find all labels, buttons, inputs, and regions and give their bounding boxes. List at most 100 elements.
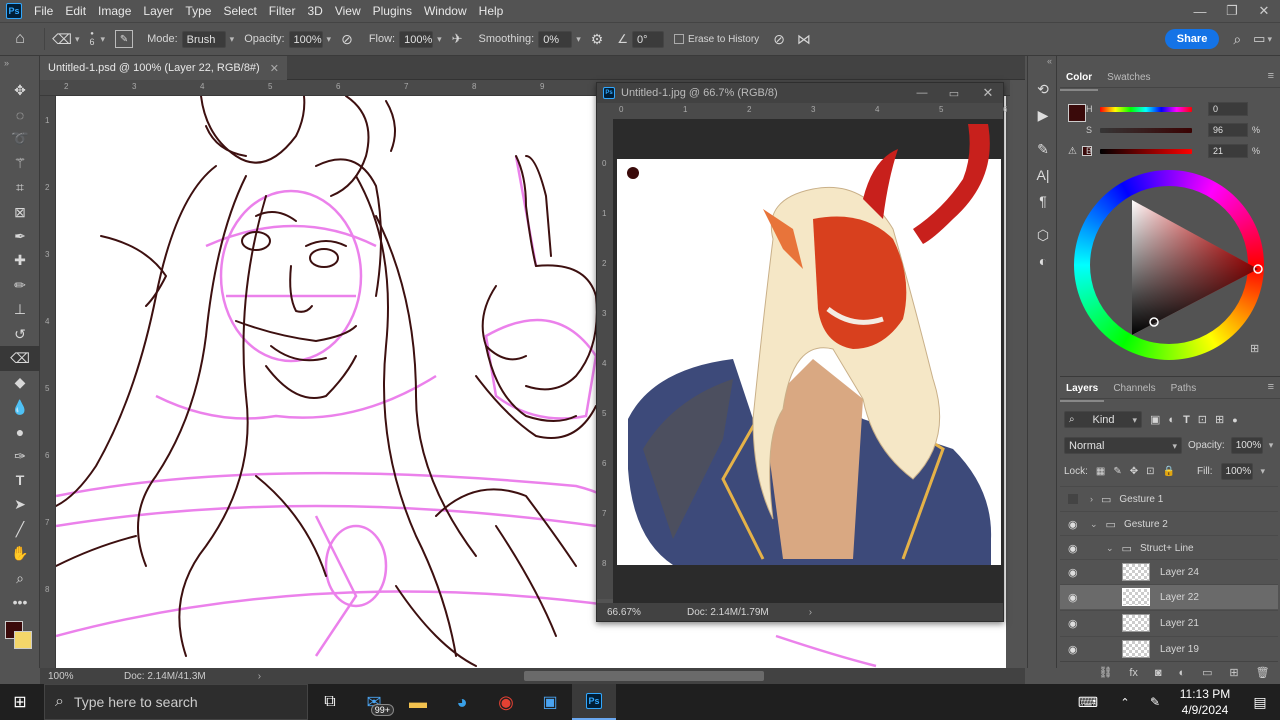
- layer-row[interactable]: ◉ Layer 21: [1060, 610, 1278, 635]
- link-icon[interactable]: ⛓: [1098, 666, 1112, 679]
- history-brush-tool-icon[interactable]: ↺: [0, 322, 40, 346]
- saturation-input[interactable]: 96: [1208, 123, 1248, 137]
- status-arrow-icon[interactable]: ›: [809, 607, 812, 618]
- saturation-slider[interactable]: [1100, 127, 1192, 133]
- blend-mode-select[interactable]: Normal ▾: [1064, 437, 1182, 454]
- history-panel-icon[interactable]: ⟲: [1028, 76, 1058, 102]
- lock-position-icon[interactable]: ✥: [1130, 466, 1138, 477]
- marquee-tool-icon[interactable]: ◌: [0, 102, 40, 126]
- dodge-tool-icon[interactable]: ●: [0, 419, 40, 443]
- tab-swatches[interactable]: Swatches: [1101, 66, 1156, 89]
- layer-row[interactable]: › ▭ Gesture 1: [1060, 486, 1278, 511]
- filter-toggle-icon[interactable]: ●: [1232, 415, 1237, 425]
- eraser-tool-icon[interactable]: ⌫: [49, 31, 75, 48]
- new-layer-icon[interactable]: ⊞: [1229, 666, 1238, 679]
- taskbar-search[interactable]: ⌕ Type here to search: [44, 684, 308, 720]
- brush-settings-panel-icon[interactable]: ✎: [1028, 136, 1058, 162]
- chevron-down-icon[interactable]: ▾: [1261, 466, 1266, 477]
- layer-row[interactable]: ◉ ⌄ ▭ Gesture 2: [1060, 511, 1278, 536]
- brush-chevron-icon[interactable]: ▾: [101, 34, 106, 45]
- symmetry-icon[interactable]: ⋈: [797, 31, 811, 48]
- mode-select[interactable]: Brush: [181, 30, 226, 48]
- opacity-chevron-icon[interactable]: ▾: [327, 34, 332, 45]
- eyedropper-tool-icon[interactable]: ✒: [0, 224, 40, 248]
- magic-wand-tool-icon[interactable]: ⚚: [0, 151, 40, 175]
- chevron-right-icon[interactable]: ›: [1090, 494, 1093, 504]
- edge-browser-icon[interactable]: ◕: [440, 684, 484, 720]
- keyboard-icon[interactable]: ⌨: [1066, 684, 1110, 720]
- filter-smart-object-icon[interactable]: ⊞: [1215, 413, 1224, 426]
- brush-tool-icon[interactable]: ✏: [0, 273, 40, 297]
- trash-icon[interactable]: 🗑: [1256, 666, 1270, 679]
- mode-chevron-icon[interactable]: ▾: [230, 34, 235, 45]
- lock-transparent-icon[interactable]: ▦: [1096, 466, 1105, 477]
- eye-icon[interactable]: ◉: [1068, 518, 1078, 531]
- filter-pixel-icon[interactable]: ▣: [1150, 413, 1160, 426]
- menu-3d[interactable]: 3D: [301, 4, 328, 18]
- layer-row[interactable]: ◉ Layer 24: [1060, 559, 1278, 584]
- hue-input[interactable]: 0: [1208, 102, 1248, 116]
- eye-icon[interactable]: ◉: [1068, 542, 1078, 555]
- adjustment-layer-icon[interactable]: ◐: [1178, 667, 1185, 679]
- airbrush-icon[interactable]: ✈: [452, 31, 463, 47]
- line-tool-icon[interactable]: ╱: [0, 517, 40, 541]
- reference-zoom-level[interactable]: 66.67%: [607, 607, 657, 618]
- pen-tool-icon[interactable]: ✑: [0, 444, 40, 468]
- chevron-down-icon[interactable]: ⌄: [1090, 519, 1098, 530]
- menu-plugins[interactable]: Plugins: [367, 4, 418, 18]
- brightness-input[interactable]: 21: [1208, 144, 1248, 158]
- reference-document-size[interactable]: Doc: 2.14M/1.79M: [687, 607, 769, 618]
- document-tab[interactable]: Untitled-1.psd @ 100% (Layer 22, RGB/8#)…: [40, 56, 287, 80]
- lock-artboard-icon[interactable]: ⊡: [1146, 466, 1154, 477]
- flow-chevron-icon[interactable]: ▾: [437, 34, 442, 45]
- chevron-down-icon[interactable]: ⌄: [1106, 543, 1114, 554]
- menu-filter[interactable]: Filter: [263, 4, 302, 18]
- eye-icon[interactable]: ◉: [1068, 566, 1078, 579]
- crop-tool-icon[interactable]: ⌗: [0, 176, 40, 200]
- close-icon[interactable]: ✕: [973, 85, 1003, 101]
- tab-channels[interactable]: Channels: [1107, 377, 1161, 400]
- reference-canvas[interactable]: [613, 119, 1003, 603]
- 3d-panel-icon[interactable]: ⬡: [1028, 222, 1058, 248]
- notification-icon[interactable]: ▤: [1240, 684, 1280, 720]
- filter-adjustment-icon[interactable]: ◐: [1168, 414, 1175, 426]
- horizontal-scrollbar[interactable]: [524, 671, 764, 681]
- zoom-tool-icon[interactable]: ⌕: [0, 566, 40, 590]
- more-tools-icon[interactable]: •••: [0, 590, 40, 614]
- pressure-size-icon[interactable]: ⊘: [773, 31, 785, 48]
- workspace-chevron-icon[interactable]: ▾: [1267, 34, 1272, 45]
- brush-size-picker[interactable]: ● 6: [90, 31, 95, 47]
- tool-preset-chevron-icon[interactable]: ▾: [75, 34, 80, 45]
- zoom-level[interactable]: 100%: [48, 671, 98, 682]
- menu-select[interactable]: Select: [217, 4, 262, 18]
- filter-type-icon[interactable]: T: [1183, 414, 1190, 426]
- pressure-opacity-icon[interactable]: ⊘: [341, 31, 353, 48]
- angle-input[interactable]: 0°: [632, 30, 665, 48]
- menu-view[interactable]: View: [329, 4, 367, 18]
- adjustments-panel-icon[interactable]: ◐: [1028, 248, 1058, 274]
- lock-pixels-icon[interactable]: ✎: [1113, 466, 1121, 477]
- status-arrow-icon[interactable]: ›: [258, 671, 261, 682]
- chrome-browser-icon[interactable]: ◉: [484, 684, 528, 720]
- color-wheel[interactable]: [1074, 170, 1264, 360]
- chevron-down-icon[interactable]: ▾: [1269, 440, 1274, 451]
- layer-opacity-input[interactable]: 100%: [1230, 437, 1263, 454]
- workspace-icon[interactable]: ▭: [1253, 31, 1265, 47]
- visibility-off-icon[interactable]: [1068, 494, 1078, 504]
- collapse-icon[interactable]: «: [1028, 56, 1056, 76]
- background-color-swatch[interactable]: [14, 630, 32, 649]
- lock-all-icon[interactable]: 🔒: [1163, 466, 1175, 477]
- frame-tool-icon[interactable]: ⊠: [0, 200, 40, 224]
- file-explorer-icon[interactable]: ▬: [396, 684, 440, 720]
- search-icon[interactable]: ⌕: [1233, 31, 1241, 48]
- new-group-icon[interactable]: ▭: [1202, 666, 1212, 679]
- reference-window-titlebar[interactable]: Ps Untitled-1.jpg @ 66.7% (RGB/8) — ▭ ✕: [597, 83, 1003, 103]
- brightness-slider[interactable]: [1100, 148, 1192, 154]
- menu-type[interactable]: Type: [179, 4, 217, 18]
- eye-icon[interactable]: ◉: [1068, 643, 1078, 656]
- restore-icon[interactable]: ❐: [1216, 3, 1248, 19]
- share-button[interactable]: Share: [1164, 29, 1220, 49]
- brush-settings-icon[interactable]: ✎: [115, 30, 134, 48]
- menu-help[interactable]: Help: [473, 4, 510, 18]
- app-window-icon[interactable]: ▣: [528, 684, 572, 720]
